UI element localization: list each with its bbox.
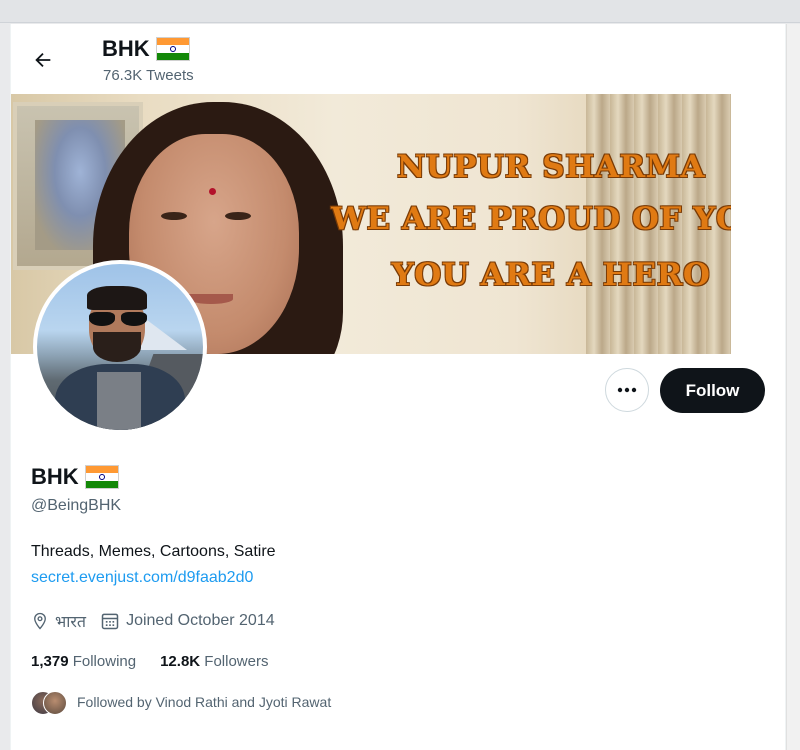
tweet-count: 76.3K Tweets <box>103 67 194 84</box>
more-dots-icon <box>617 387 637 393</box>
profile-meta: भारत Joined October 2014 <box>31 610 289 632</box>
banner-line-3: YOU ARE A HERO <box>391 257 711 293</box>
followers-link[interactable]: 12.8K Followers <box>160 653 268 670</box>
joined-item: Joined October 2014 <box>100 611 275 631</box>
follow-counts: 1,379 Following 12.8K Followers <box>31 653 268 670</box>
back-button[interactable] <box>29 46 57 74</box>
profile-link[interactable]: secret.evenjust.com/d9faab2d0 <box>31 569 253 587</box>
header-title: BHK <box>102 36 190 62</box>
mutual-avatars <box>31 691 67 715</box>
following-label: Following <box>72 653 137 670</box>
joined-text: Joined October 2014 <box>126 612 275 629</box>
following-count: 1,379 <box>31 653 69 670</box>
profile-panel: BHK 76.3K Tweets NUPUR SHARMA WE ARE PRO… <box>10 24 786 750</box>
more-button[interactable] <box>605 368 649 412</box>
location-pin-icon <box>34 612 46 630</box>
profile-name: BHK <box>31 464 119 490</box>
profile-bio: Threads, Memes, Cartoons, Satire <box>31 543 276 560</box>
profile-name-text: BHK <box>31 464 79 489</box>
banner-eye-left <box>161 212 187 220</box>
profile-handle: @BeingBHK <box>31 497 122 514</box>
banner-line-2: WE ARE PROUD OF YOU <box>331 201 731 237</box>
banner-eye-right <box>225 212 251 220</box>
followers-label: Followers <box>204 653 269 670</box>
header-name-text: BHK <box>102 36 150 61</box>
followers-count: 12.8K <box>160 653 201 670</box>
followed-by-text: Followed by Vinod Rathi and Jyoti Rawat <box>77 694 332 710</box>
followed-by-row[interactable]: Followed by Vinod Rathi and Jyoti Rawat <box>31 691 332 715</box>
browser-top-strip <box>0 0 800 23</box>
scrollbar[interactable] <box>786 24 800 750</box>
profile-header: BHK 76.3K Tweets <box>11 24 785 94</box>
following-link[interactable]: 1,379 Following <box>31 653 136 670</box>
location-text: भारत <box>55 614 87 631</box>
avatar[interactable] <box>33 260 207 434</box>
banner-line-1: NUPUR SHARMA <box>396 149 706 185</box>
calendar-icon <box>101 613 119 630</box>
india-flag-icon <box>155 37 190 61</box>
follow-button[interactable]: Follow <box>660 368 765 413</box>
location-item: भारत <box>31 610 86 632</box>
banner-mouth <box>189 294 233 304</box>
arrow-left-icon <box>35 52 51 68</box>
banner-bindi <box>209 188 216 195</box>
india-flag-icon <box>84 465 119 489</box>
